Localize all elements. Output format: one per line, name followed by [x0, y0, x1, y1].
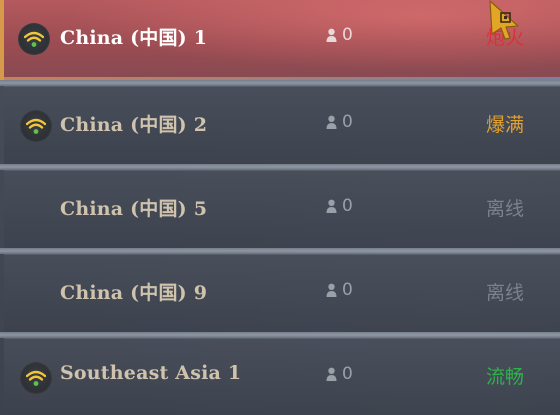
- wifi-signal-icon: [18, 23, 50, 55]
- player-person-icon: [326, 199, 337, 213]
- player-count: 0: [326, 280, 353, 300]
- server-status: 流畅: [485, 366, 524, 388]
- server-row[interactable]: China (中国) 5 0 离线: [4, 170, 560, 248]
- player-person-icon: [326, 28, 337, 42]
- player-count: 0: [326, 112, 353, 132]
- server-row[interactable]: China (中国) 9 0 离线: [4, 254, 560, 332]
- server-list: China (中国) 1 0 炮火 China (中国) 2 0 爆满 Chin…: [0, 0, 560, 415]
- server-row[interactable]: China (中国) 1 0 炮火: [0, 0, 560, 80]
- player-count-value: 0: [342, 280, 353, 300]
- player-person-icon: [326, 367, 337, 381]
- server-name: Southeast Asia 1: [60, 362, 242, 384]
- player-person-icon: [326, 283, 337, 297]
- player-count-value: 0: [342, 112, 353, 132]
- player-count-value: 0: [342, 364, 353, 384]
- player-count-value: 0: [342, 25, 353, 45]
- player-count: 0: [326, 25, 353, 45]
- server-row[interactable]: China (中国) 2 0 爆满: [4, 86, 560, 164]
- player-count: 0: [326, 196, 353, 216]
- player-count-value: 0: [342, 196, 353, 216]
- server-name: China (中国) 9: [60, 282, 208, 304]
- wifi-signal-icon: [20, 110, 52, 142]
- player-person-icon: [326, 115, 337, 129]
- mouse-cursor-icon: [488, 0, 522, 44]
- server-status: 离线: [485, 282, 524, 304]
- wifi-signal-icon: [20, 362, 52, 394]
- server-status: 离线: [485, 198, 524, 220]
- server-row[interactable]: Southeast Asia 1 0 流畅: [4, 338, 560, 415]
- player-count: 0: [326, 364, 353, 384]
- server-status: 爆满: [485, 114, 524, 136]
- server-name: China (中国) 1: [60, 27, 208, 49]
- server-name: China (中国) 2: [60, 114, 208, 136]
- server-name: China (中国) 5: [60, 198, 208, 220]
